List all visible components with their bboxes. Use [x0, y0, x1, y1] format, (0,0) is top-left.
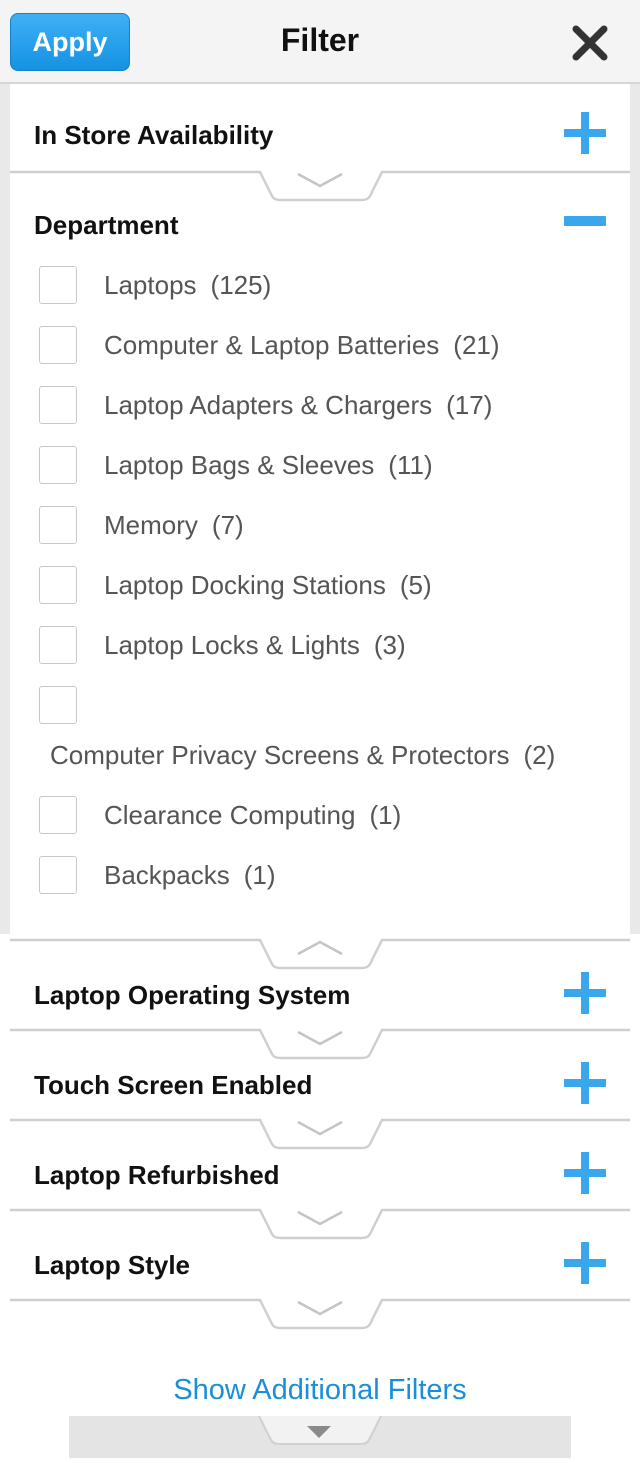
page-title: Filter	[280, 22, 360, 58]
section-in-store-availability[interactable]: In Store Availability	[10, 104, 630, 164]
list-item[interactable]: Laptop Locks & Lights (3)	[0, 626, 640, 666]
section-laptop-operating-system[interactable]: Laptop Operating System	[10, 964, 630, 1024]
section-department[interactable]: Department	[10, 194, 630, 254]
list-item[interactable]: Laptops (125)	[0, 266, 640, 306]
chevron-down-icon[interactable]	[10, 1296, 630, 1336]
section-laptop-refurbished[interactable]: Laptop Refurbished	[10, 1144, 630, 1204]
section-title: Laptop Refurbished	[34, 1160, 280, 1190]
list-item[interactable]: Laptop Adapters & Chargers (17)	[0, 386, 640, 426]
section-title: Department	[34, 210, 179, 240]
plus-icon[interactable]	[564, 972, 606, 1014]
item-count: (2)	[523, 740, 556, 770]
section-touch-screen-enabled[interactable]: Touch Screen Enabled	[10, 1054, 630, 1114]
section-title: In Store Availability	[34, 120, 274, 150]
more-filters-bar[interactable]	[69, 1415, 571, 1458]
checkbox[interactable]	[39, 856, 77, 894]
section-laptop-style[interactable]: Laptop Style	[10, 1234, 630, 1294]
item-label: Clearance Computing (1)	[104, 800, 402, 830]
minus-icon[interactable]	[564, 216, 606, 226]
checkbox[interactable]	[39, 446, 77, 484]
item-count: (5)	[399, 570, 432, 600]
item-count: (11)	[388, 450, 433, 480]
item-label: Laptops (125)	[104, 270, 272, 300]
list-item[interactable]: Computer Privacy Screens & Protectors (2)	[0, 686, 640, 776]
item-count: (21)	[453, 330, 500, 360]
list-item[interactable]: Laptop Docking Stations (5)	[0, 566, 640, 606]
plus-icon[interactable]	[564, 1062, 606, 1104]
item-count: (7)	[211, 510, 244, 540]
list-item[interactable]: Laptop Bags & Sleeves (11)	[0, 446, 640, 486]
checkbox[interactable]	[39, 626, 77, 664]
plus-icon[interactable]	[564, 1152, 606, 1194]
item-count: (17)	[446, 390, 493, 420]
section-title: Laptop Operating System	[34, 980, 351, 1010]
close-icon[interactable]	[571, 24, 609, 62]
item-label: Laptop Adapters & Chargers (17)	[104, 390, 493, 420]
item-label: Laptop Docking Stations (5)	[104, 570, 432, 600]
checkbox[interactable]	[39, 266, 77, 304]
item-label: Laptop Bags & Sleeves (11)	[104, 450, 433, 480]
list-item[interactable]: Backpacks (1)	[0, 856, 640, 896]
item-count: (3)	[373, 630, 406, 660]
list-item[interactable]: Memory (7)	[0, 506, 640, 546]
list-item[interactable]: Computer & Laptop Batteries (21)	[0, 326, 640, 366]
plus-icon[interactable]	[564, 112, 606, 154]
item-label: Memory (7)	[104, 510, 244, 540]
item-count: (1)	[369, 800, 402, 830]
section-title: Touch Screen Enabled	[34, 1070, 313, 1100]
item-label: Laptop Locks & Lights (3)	[104, 630, 406, 660]
show-additional-filters-link[interactable]: Show Additional Filters	[0, 1374, 640, 1407]
checkbox[interactable]	[39, 326, 77, 364]
item-label: Computer & Laptop Batteries (21)	[104, 330, 500, 360]
caret-down-icon	[258, 1415, 382, 1445]
filter-header: Apply Filter	[0, 0, 640, 84]
checkbox[interactable]	[39, 566, 77, 604]
section-title: Laptop Style	[34, 1250, 191, 1280]
checkbox[interactable]	[39, 686, 77, 724]
item-label: Computer Privacy Screens & Protectors (2)	[50, 740, 556, 770]
checkbox[interactable]	[39, 386, 77, 424]
list-item[interactable]: Clearance Computing (1)	[0, 796, 640, 836]
item-count: (125)	[210, 270, 272, 300]
plus-icon[interactable]	[564, 1242, 606, 1284]
checkbox[interactable]	[39, 796, 77, 834]
item-count: (1)	[243, 860, 276, 890]
item-label: Backpacks (1)	[104, 860, 276, 890]
checkbox[interactable]	[39, 506, 77, 544]
